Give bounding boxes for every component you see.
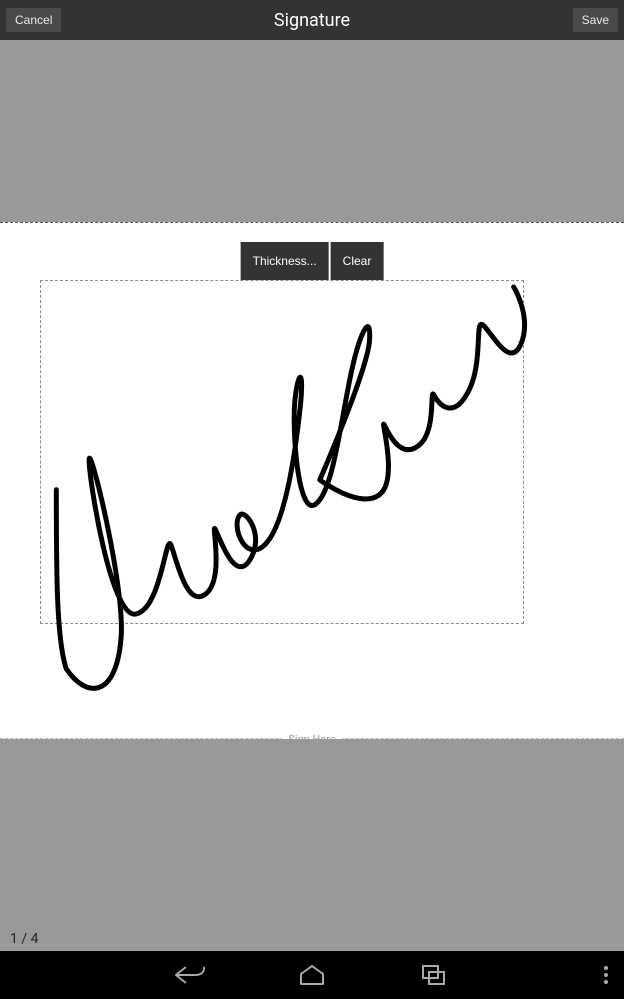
page-current: 1: [10, 931, 18, 947]
back-icon[interactable]: [174, 961, 206, 989]
nav-bar: [0, 951, 624, 999]
nav-icons: [174, 961, 450, 989]
cancel-button[interactable]: Cancel: [6, 8, 61, 32]
app-bar: Cancel Signature Save: [0, 0, 624, 40]
signature-drawing: [41, 281, 523, 623]
home-icon[interactable]: [296, 961, 328, 989]
page-sep: /: [18, 931, 31, 947]
clear-button[interactable]: Clear: [331, 242, 384, 280]
signature-panel: Thickness... Clear Sign Here: [0, 222, 624, 739]
signature-toolbar: Thickness... Clear: [241, 242, 384, 280]
page-title: Signature: [0, 10, 624, 31]
page-total: 4: [31, 931, 39, 947]
signature-canvas[interactable]: [40, 280, 524, 624]
overflow-menu-icon[interactable]: [604, 966, 608, 984]
page-indicator: 1 / 4: [10, 931, 38, 947]
save-button[interactable]: Save: [573, 8, 618, 32]
thickness-button[interactable]: Thickness...: [241, 242, 329, 280]
spacer-top: [0, 40, 624, 222]
spacer-bottom: [0, 739, 624, 951]
recent-apps-icon[interactable]: [418, 961, 450, 989]
